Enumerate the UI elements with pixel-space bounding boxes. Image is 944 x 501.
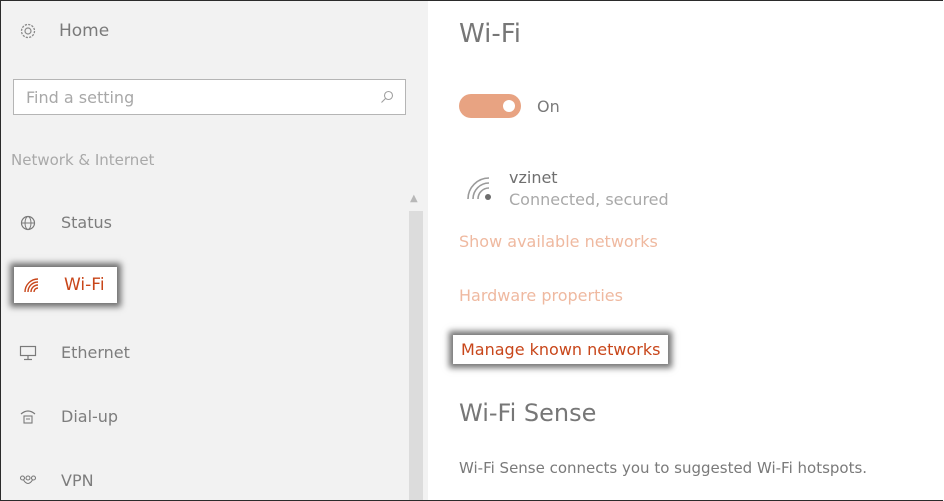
- dialup-icon: [19, 408, 37, 426]
- sidebar-item-label: Status: [61, 213, 112, 232]
- sidebar-item-ethernet[interactable]: Ethernet: [19, 343, 130, 362]
- page-title: Wi-Fi: [459, 19, 522, 49]
- wifi-sense-heading: Wi-Fi Sense: [459, 399, 597, 427]
- sidebar-item-label: VPN: [61, 471, 94, 490]
- toggle-knob: [503, 100, 515, 112]
- wifi-signal-icon: [463, 173, 497, 201]
- search-box[interactable]: [13, 79, 406, 115]
- sidebar-item-vpn[interactable]: VPN: [19, 471, 94, 490]
- hardware-properties-link[interactable]: Hardware properties: [459, 286, 623, 305]
- toggle-state-label: On: [537, 96, 560, 116]
- sidebar: Home Network & Internet Status: [1, 1, 428, 500]
- home-nav-item[interactable]: Home: [19, 21, 109, 41]
- sidebar-scrollbar[interactable]: ▲: [406, 193, 428, 500]
- scrollbar-thumb[interactable]: [409, 211, 423, 500]
- search-icon[interactable]: [379, 89, 395, 105]
- connected-network[interactable]: vzinet Connected, secured: [463, 167, 669, 211]
- sidebar-item-label: Wi-Fi: [64, 275, 105, 295]
- sidebar-item-dialup[interactable]: Dial-up: [19, 407, 118, 426]
- section-heading: Network & Internet: [11, 151, 155, 169]
- manage-known-networks-link[interactable]: Manage known networks: [453, 335, 669, 364]
- sidebar-item-label: Dial-up: [61, 407, 119, 426]
- globe-icon: [19, 214, 37, 232]
- gear-icon: [19, 22, 37, 40]
- vpn-icon: [19, 474, 37, 488]
- wifi-sense-description: Wi-Fi Sense connects you to suggested Wi…: [459, 459, 868, 477]
- wifi-icon: [22, 276, 42, 294]
- sidebar-item-label: Ethernet: [61, 343, 130, 362]
- sidebar-item-wifi[interactable]: Wi-Fi: [14, 267, 117, 303]
- search-input[interactable]: [24, 86, 379, 108]
- ethernet-icon: [19, 345, 37, 361]
- settings-window: Home Network & Internet Status: [0, 0, 943, 501]
- scroll-up-arrow-icon[interactable]: ▲: [410, 193, 418, 204]
- wifi-toggle-row[interactable]: On: [459, 94, 560, 118]
- show-available-networks-link[interactable]: Show available networks: [459, 232, 658, 251]
- network-status: Connected, secured: [509, 190, 669, 209]
- network-name: vzinet: [509, 168, 558, 187]
- sidebar-item-status[interactable]: Status: [19, 213, 112, 232]
- home-label: Home: [59, 21, 110, 41]
- wifi-toggle[interactable]: [459, 94, 521, 118]
